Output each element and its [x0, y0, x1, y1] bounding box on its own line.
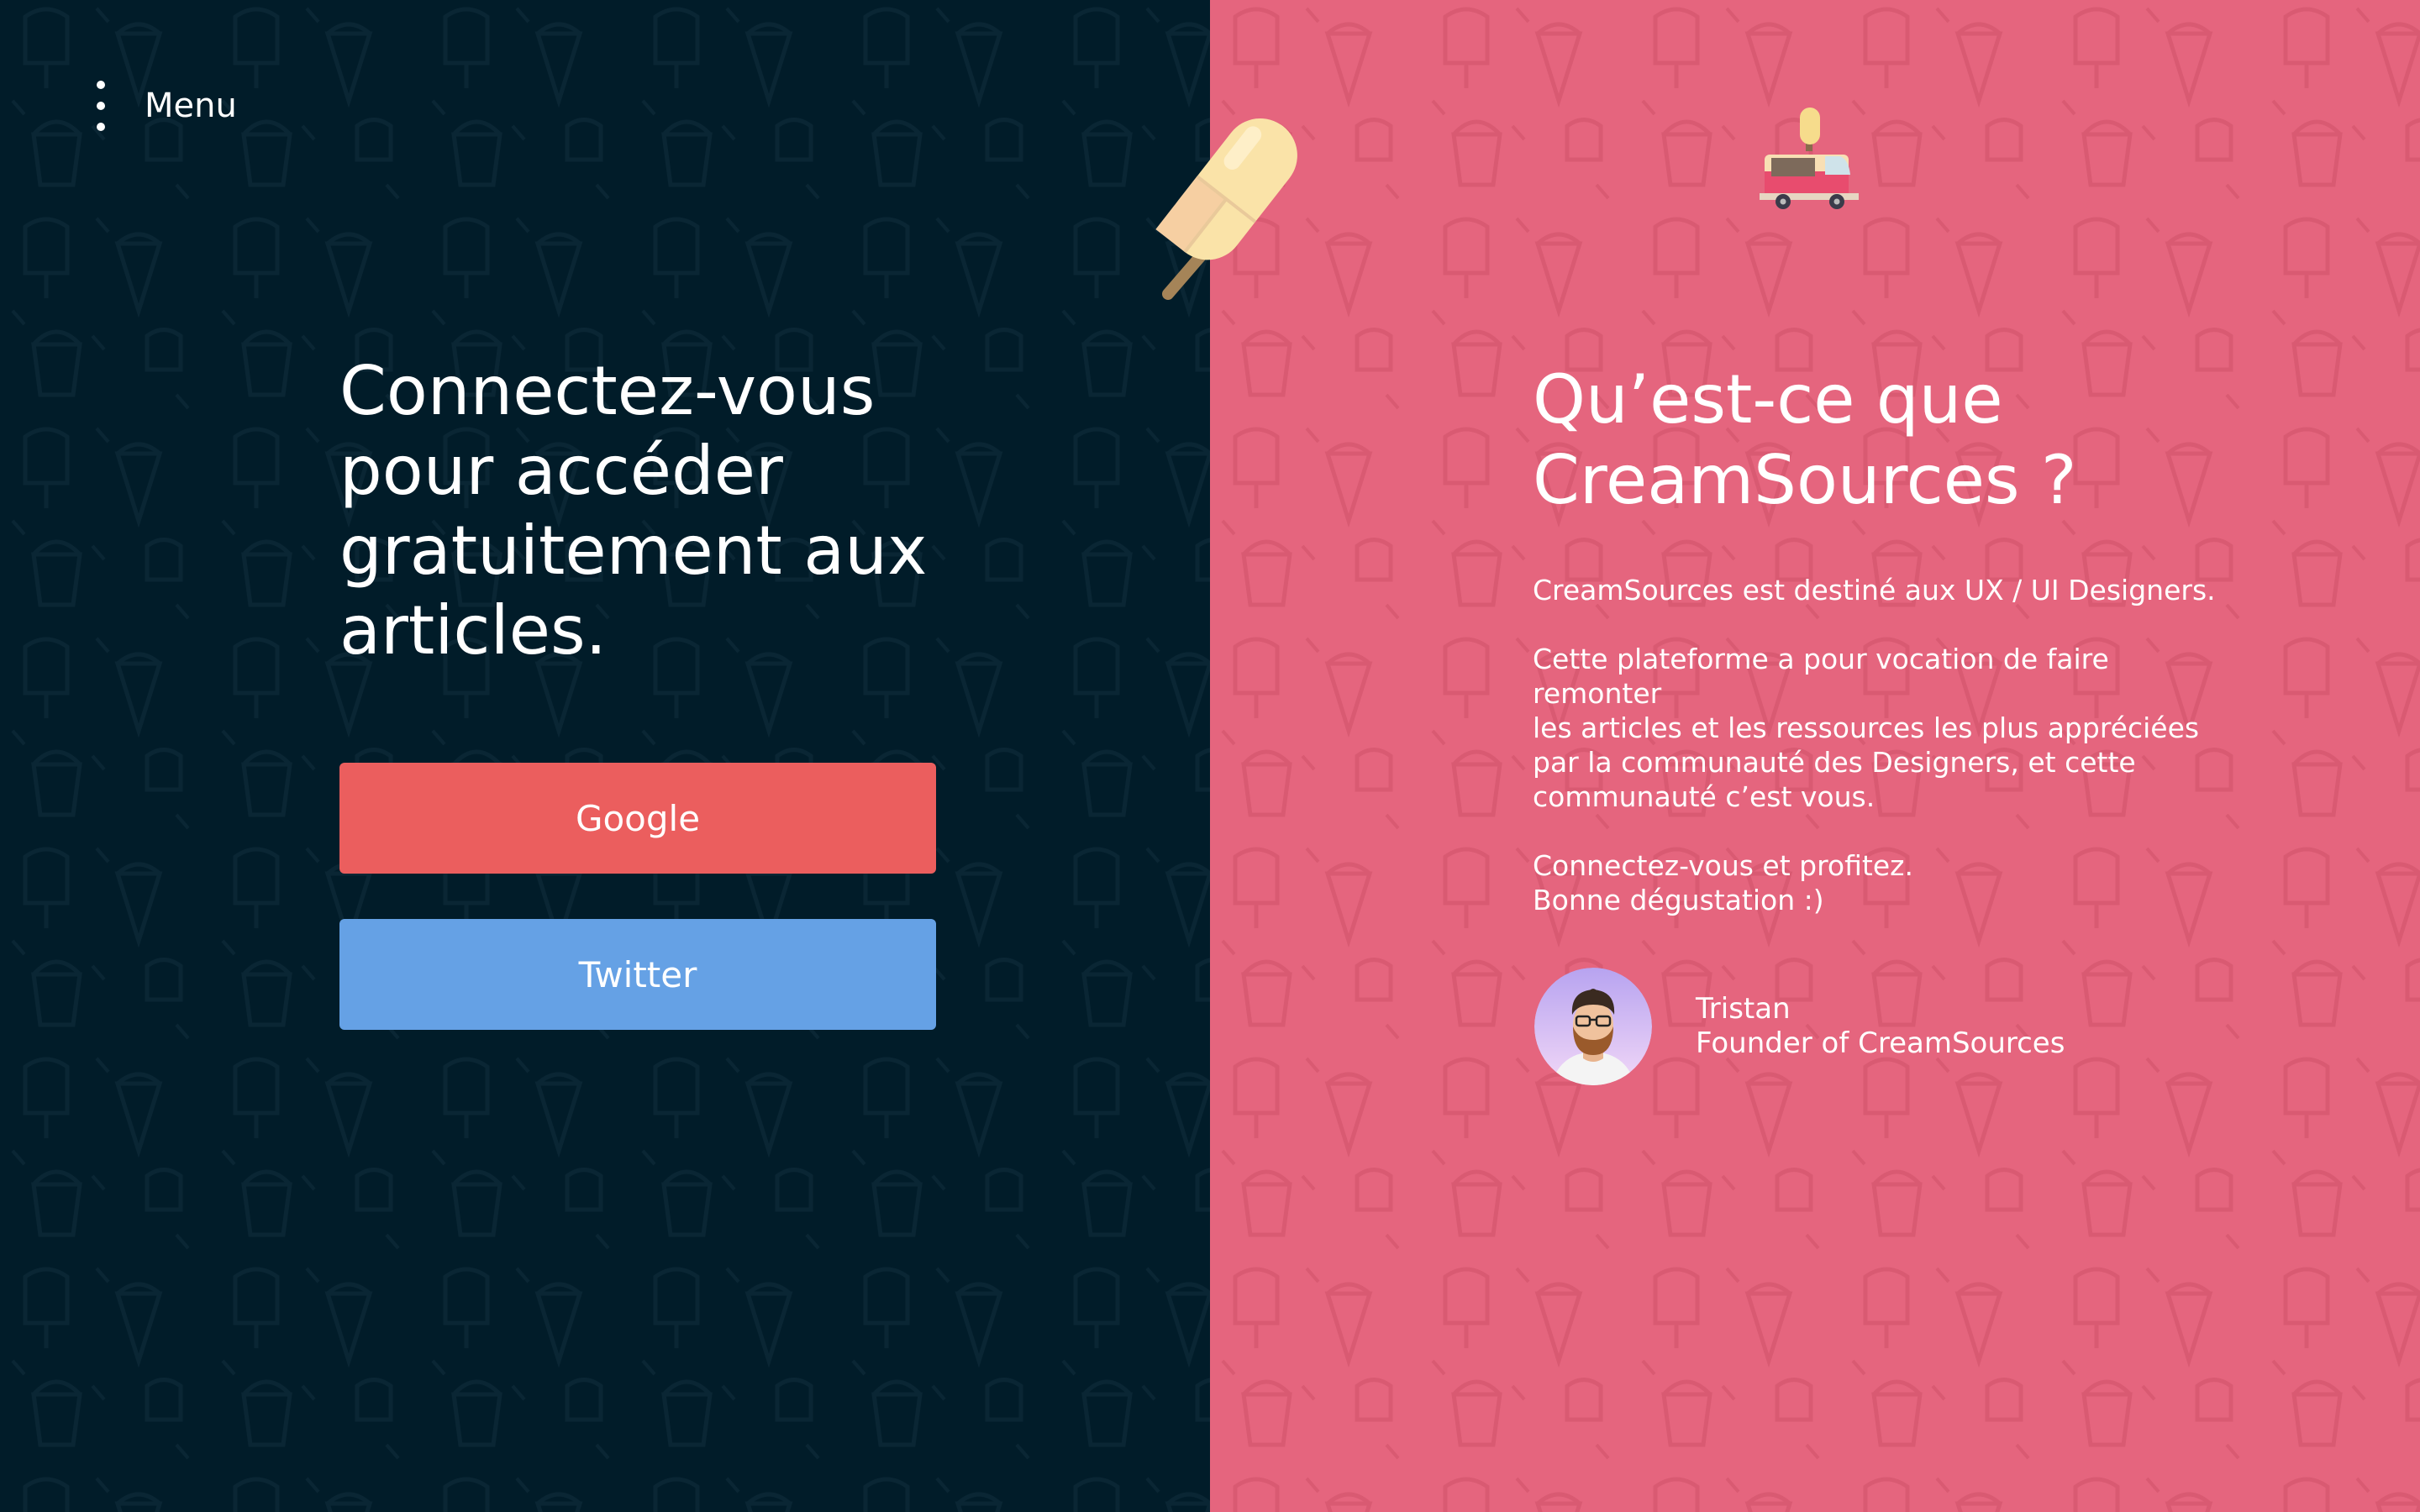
about-closing-line: Connectez-vous et profitez. [1533, 849, 1913, 882]
login-title-line: Connectez-vous [339, 352, 876, 430]
author-name: Tristan [1696, 992, 1791, 1026]
about-title-line: CreamSources ? [1533, 441, 2077, 519]
google-login-label: Google [575, 797, 701, 839]
menu-button[interactable]: Menu [91, 79, 237, 133]
about-line: communauté c’est vous. [1533, 780, 1876, 813]
about-closing: Connectez-vous et profitez. Bonne dégust… [1533, 848, 2238, 917]
about-paragraph: Cette plateforme a pour vocation de fair… [1533, 642, 2238, 814]
login-title-line: articles. [339, 591, 608, 669]
login-panel: Menu Connectez-vous pour accéder gratuit… [0, 0, 1210, 1512]
login-title-line: gratuitement aux [339, 512, 928, 590]
about-line: par la communauté des Designers, et cett… [1533, 746, 2136, 779]
author-role: Founder of CreamSources [1696, 1026, 2065, 1060]
ice-cream-truck-icon [1760, 108, 1859, 209]
author-info: Tristan Founder of CreamSources [1696, 992, 2065, 1061]
login-title-line: pour accéder [339, 432, 783, 510]
about-line: Cette plateforme a pour vocation de fair… [1533, 643, 2109, 710]
about-intro: CreamSources est destiné aux UX / UI Des… [1533, 574, 2216, 606]
about-title-line: Qu’est-ce que [1533, 360, 2003, 438]
avatar [1534, 968, 1652, 1085]
about-description: CreamSources est destiné aux UX / UI Des… [1533, 573, 2238, 952]
more-vertical-icon [91, 79, 111, 133]
google-login-button[interactable]: Google [339, 763, 936, 874]
about-closing-line: Bonne dégustation :) [1533, 884, 1824, 916]
twitter-login-label: Twitter [578, 953, 697, 995]
about-title: Qu’est-ce que CreamSources ? [1533, 360, 2289, 521]
author-card: Tristan Founder of CreamSources [1534, 968, 2065, 1085]
popsicle-icon [1155, 118, 1297, 300]
ice-cream-pattern-background [0, 0, 1210, 1512]
menu-label: Menu [145, 87, 237, 125]
twitter-login-button[interactable]: Twitter [339, 919, 936, 1030]
about-line: les articles et les ressources les plus … [1533, 711, 2200, 744]
login-title: Connectez-vous pour accéder gratuitement… [339, 351, 1012, 670]
